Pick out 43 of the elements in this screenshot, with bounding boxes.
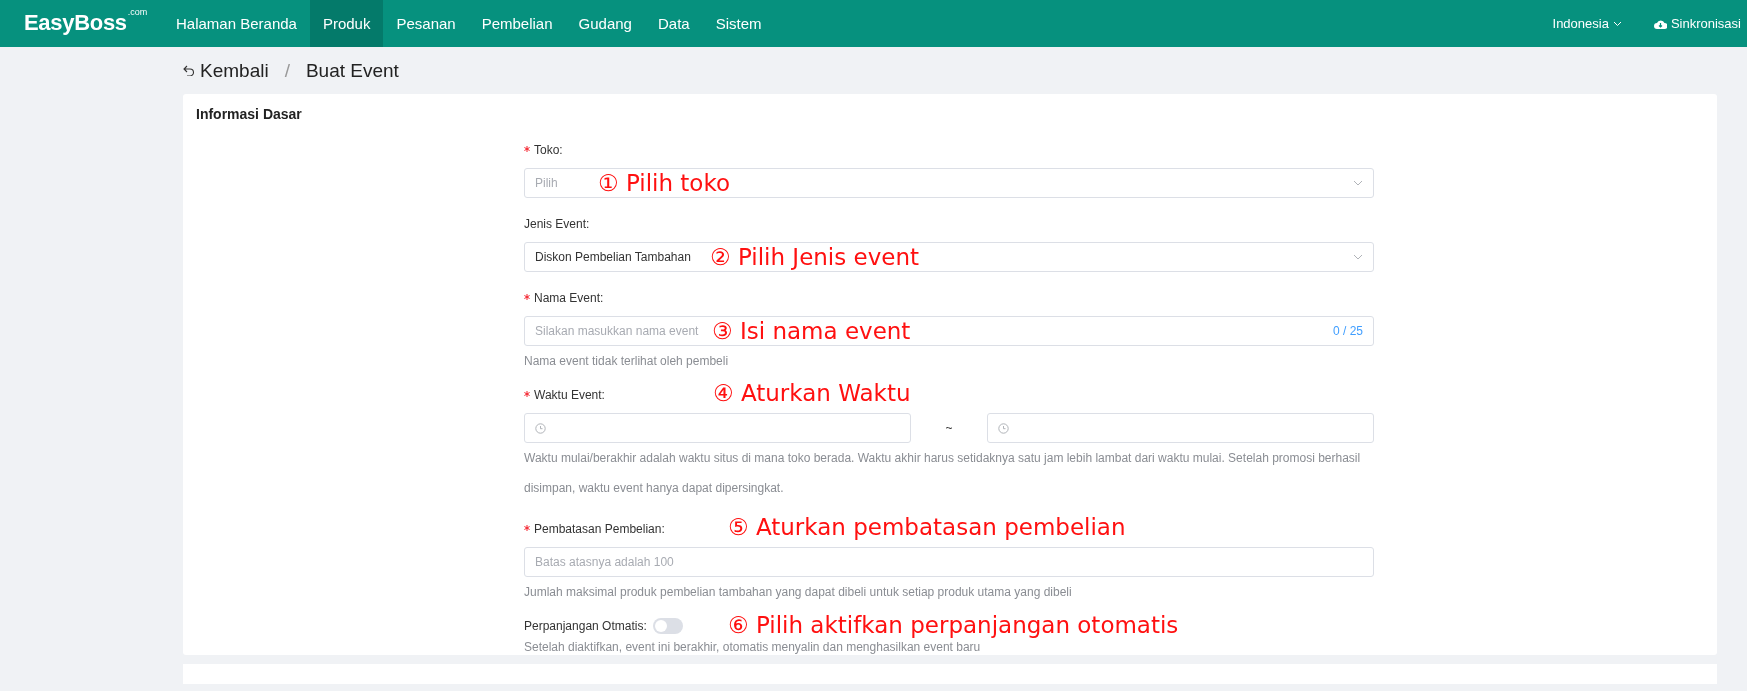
- input-field[interactable]: Batas atasnya adalah 100: [524, 547, 1374, 577]
- start-time-field[interactable]: [524, 413, 911, 443]
- help-text: Jumlah maksimal produk pembelian tambahan yang dapat dibeli untuk setiap produk utama yang dibeli: [524, 585, 1073, 600]
- annotation-text: ① Pilih toko: [598, 169, 730, 198]
- clock-icon: [998, 422, 1009, 434]
- chevron-down-icon: [1612, 20, 1622, 27]
- page-title: Buat Event: [305, 59, 399, 82]
- field-label: Jenis Event:: [524, 217, 590, 231]
- section-title: Informasi Dasar: [196, 106, 303, 122]
- field-label: Perpanjangan Otmatis:: [524, 619, 647, 633]
- help-text: Nama event tidak terlihat oleh pembeli: [524, 354, 730, 369]
- nav-tab[interactable]: Pembelian: [468, 0, 566, 47]
- sync-button[interactable]: Sinkronisasi: [1653, 0, 1741, 47]
- help-text: Setelah diaktifkan, event ini berakhir, otomatis menyalin dan menghasilkan event baru: [524, 640, 982, 655]
- logo-suffix: .com: [127, 7, 148, 17]
- language-dropdown[interactable]: Indonesia: [1552, 0, 1622, 47]
- help-text: Waktu mulai/berakhir adalah waktu situs di mana toko berada. Waktu akhir harus setidaknya satu jam lebih lambat dari waktu mulai. Setelah promosi berhasil disimpan, waktu event hanya dapat dipersingkat.: [524, 450, 1362, 497]
- breadcrumb-separator: /: [284, 59, 290, 82]
- cloud-download-icon: [1653, 18, 1667, 29]
- nav-tab[interactable]: Gudang: [565, 0, 645, 47]
- annotation-text: ⑤ Aturkan pembatasan pembelian: [728, 513, 1126, 542]
- annotation-text: ④ Aturkan Waktu: [713, 379, 911, 408]
- annotation-text: ② Pilih Jenis event: [710, 243, 920, 272]
- end-time-field[interactable]: [987, 413, 1374, 443]
- chevron-down-icon: [1353, 180, 1363, 186]
- nav-tab[interactable]: Halaman Beranda: [163, 0, 310, 47]
- undo-icon: [183, 65, 195, 76]
- annotation-text: ⑥ Pilih aktifkan perpanjangan otomatis: [728, 611, 1179, 640]
- toggle-switch[interactable]: [652, 618, 683, 634]
- clock-icon: [535, 422, 546, 434]
- field-label: Pembatasan Pembelian:: [534, 522, 665, 536]
- nav-tab[interactable]: Data: [644, 0, 703, 47]
- nav-tab[interactable]: Produk: [309, 0, 384, 47]
- field-label: Toko:: [534, 143, 563, 157]
- logo: EasyBoss: [24, 10, 127, 36]
- back-link[interactable]: Kembali: [183, 59, 269, 82]
- field-label: Nama Event:: [534, 291, 604, 305]
- chevron-down-icon: [1353, 254, 1363, 260]
- nav-tab[interactable]: Sistem: [702, 0, 775, 47]
- annotation-text: ③ Isi nama event: [712, 317, 911, 346]
- field-label: Waktu Event:: [534, 388, 605, 402]
- range-separator: ~: [944, 421, 954, 435]
- nav-tab[interactable]: Pesanan: [383, 0, 469, 47]
